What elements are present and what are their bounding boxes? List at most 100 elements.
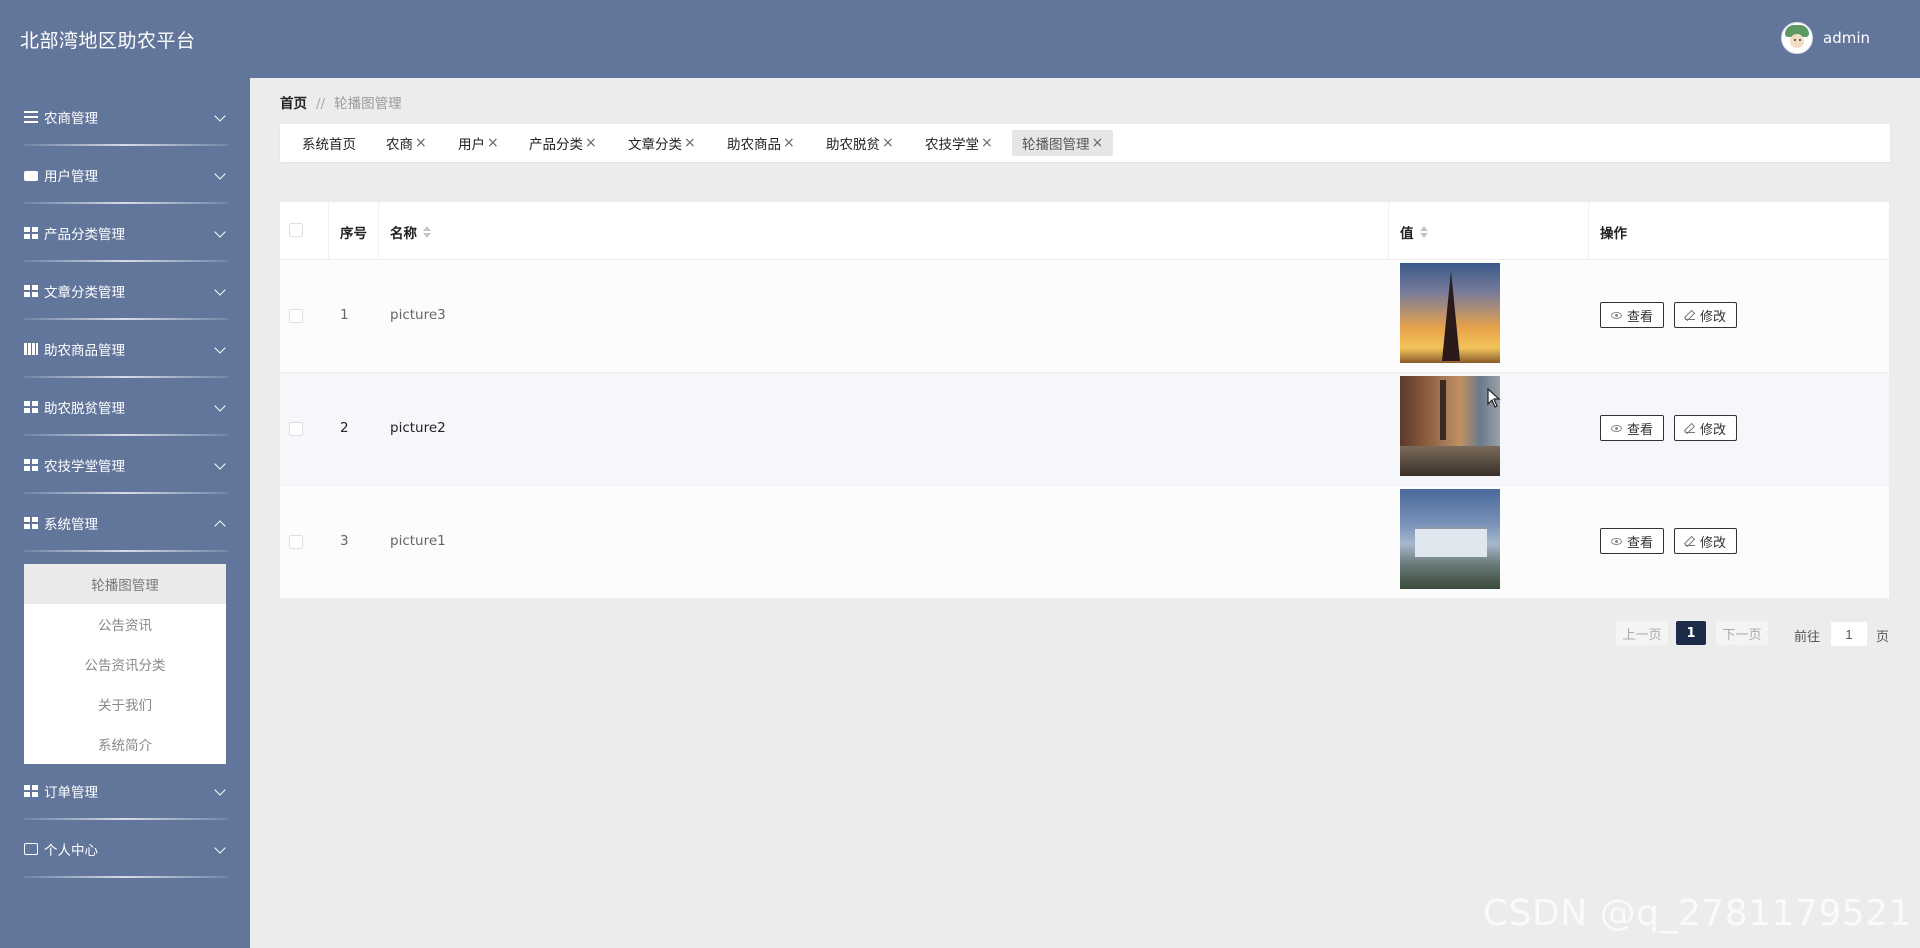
prev-page-button[interactable]: 上一页 — [1616, 621, 1668, 645]
table-header: 序号 名称 值 操作 — [280, 202, 1889, 260]
edit-icon — [1685, 536, 1696, 546]
chevron-down-icon — [214, 284, 226, 296]
carousel-thumbnail[interactable] — [1400, 263, 1500, 363]
sidebar: 农商管理 用户管理 产品分类管理 文章分类管理 助农商品管理 助农脱贫管理 农技… — [0, 78, 250, 948]
row-checkbox[interactable] — [289, 309, 303, 323]
sidebar-item-label: 产品分类管理 — [44, 227, 125, 243]
close-icon[interactable]: × — [415, 135, 427, 151]
row-index: 3 — [340, 533, 349, 549]
col-index: 序号 — [340, 226, 367, 242]
sort-icon[interactable] — [423, 226, 431, 238]
tab-product-category[interactable]: 产品分类 × — [519, 130, 607, 156]
submenu-item-about[interactable]: 关于我们 — [24, 684, 226, 724]
sidebar-item-label: 用户管理 — [44, 169, 98, 185]
sidebar-item-article-category[interactable]: 文章分类管理 — [24, 262, 228, 320]
submenu-item-notice-category[interactable]: 公告资讯分类 — [24, 644, 226, 684]
close-icon[interactable]: × — [1092, 135, 1104, 151]
col-actions: 操作 — [1600, 226, 1627, 242]
goto-page-input[interactable] — [1831, 622, 1867, 646]
sidebar-item-label: 文章分类管理 — [44, 285, 125, 301]
col-value[interactable]: 值 — [1400, 222, 1428, 242]
submenu-item-carousel[interactable]: 轮播图管理 — [24, 564, 226, 604]
tab-poverty-relief[interactable]: 助农脱贫 × — [816, 130, 904, 156]
mouse-cursor-icon — [1487, 387, 1501, 412]
tab-system-home[interactable]: 系统首页 — [292, 130, 366, 156]
avatar[interactable] — [1781, 22, 1813, 54]
next-page-button[interactable]: 下一页 — [1716, 621, 1768, 645]
chevron-down-icon — [214, 400, 226, 412]
tab-users[interactable]: 用户 × — [448, 130, 509, 156]
grid-icon — [24, 227, 38, 239]
row-checkbox[interactable] — [289, 535, 303, 549]
edit-button[interactable]: 修改 — [1674, 302, 1738, 328]
row-index: 2 — [340, 420, 349, 436]
goto-suffix: 页 — [1876, 630, 1890, 645]
list-icon — [24, 111, 38, 123]
sidebar-item-system[interactable]: 系统管理 — [24, 494, 228, 552]
submenu-item-intro[interactable]: 系统简介 — [24, 724, 226, 764]
sidebar-item-users[interactable]: 用户管理 — [24, 146, 228, 204]
tab-article-category[interactable]: 文章分类 × — [618, 130, 706, 156]
sidebar-item-label: 农商管理 — [44, 111, 98, 127]
goto-label: 前往 — [1794, 630, 1821, 645]
close-icon[interactable]: × — [684, 135, 696, 151]
sort-icon[interactable] — [1419, 226, 1428, 238]
close-icon[interactable]: × — [981, 135, 993, 151]
edit-button[interactable]: 修改 — [1674, 415, 1738, 441]
tab-carousel[interactable]: 轮播图管理 × — [1012, 130, 1114, 156]
edit-button[interactable]: 修改 — [1674, 528, 1738, 554]
carousel-table: 序号 名称 值 操作 1 picture3 查看 修改 2 picture2 查… — [280, 202, 1889, 599]
tab-farm-merchant[interactable]: 农商 × — [376, 130, 437, 156]
chevron-down-icon — [214, 226, 226, 238]
row-name: picture1 — [390, 533, 446, 549]
close-icon[interactable]: × — [882, 135, 894, 151]
username[interactable]: admin — [1823, 29, 1870, 47]
chevron-down-icon — [214, 110, 226, 122]
sidebar-item-label: 系统管理 — [44, 517, 98, 533]
table-row: 2 picture2 查看 修改 — [280, 373, 1889, 486]
breadcrumb: 首页 // 轮播图管理 — [280, 92, 402, 112]
close-icon[interactable]: × — [585, 135, 597, 151]
row-name: picture2 — [390, 420, 446, 436]
sidebar-item-label: 助农脱贫管理 — [44, 401, 125, 417]
view-button[interactable]: 查看 — [1600, 528, 1665, 554]
book-icon — [24, 343, 38, 355]
sidebar-item-profile[interactable]: 个人中心 — [24, 820, 228, 878]
sidebar-item-products[interactable]: 助农商品管理 — [24, 320, 228, 378]
row-checkbox[interactable] — [289, 422, 303, 436]
top-header: 北部湾地区助农平台 admin — [0, 0, 1920, 78]
close-icon[interactable]: × — [783, 135, 795, 151]
tab-tech-school[interactable]: 农技学堂 × — [915, 130, 1003, 156]
system-submenu: 轮播图管理 公告资讯 公告资讯分类 关于我们 系统简介 — [24, 564, 226, 764]
breadcrumb-current: 轮播图管理 — [334, 96, 402, 112]
table-row: 1 picture3 查看 修改 — [280, 260, 1889, 373]
briefcase-icon — [24, 171, 38, 181]
view-button[interactable]: 查看 — [1600, 302, 1665, 328]
breadcrumb-separator: // — [316, 96, 326, 112]
grid-icon — [24, 517, 38, 529]
breadcrumb-home[interactable]: 首页 — [280, 96, 307, 112]
table-row: 3 picture1 查看 修改 — [280, 486, 1889, 599]
grid-icon — [24, 785, 38, 797]
view-button[interactable]: 查看 — [1600, 415, 1665, 441]
tab-products[interactable]: 助农商品 × — [717, 130, 805, 156]
eye-icon — [1611, 424, 1622, 432]
col-name[interactable]: 名称 — [390, 222, 431, 242]
carousel-thumbnail[interactable] — [1400, 489, 1500, 589]
user-menu[interactable]: admin — [1781, 22, 1870, 54]
close-icon[interactable]: × — [487, 135, 499, 151]
page-number-current[interactable]: 1 — [1676, 621, 1706, 645]
chevron-down-icon — [214, 458, 226, 470]
sidebar-item-tech-school[interactable]: 农技学堂管理 — [24, 436, 228, 494]
sidebar-item-farm-merchant[interactable]: 农商管理 — [24, 88, 228, 146]
select-all-checkbox[interactable] — [289, 223, 303, 237]
grid-icon — [24, 285, 38, 297]
edit-icon — [1685, 423, 1696, 433]
sidebar-item-orders[interactable]: 订单管理 — [24, 762, 228, 820]
card-icon — [24, 843, 38, 855]
sidebar-item-product-category[interactable]: 产品分类管理 — [24, 204, 228, 262]
chevron-up-icon — [214, 520, 226, 532]
carousel-thumbnail[interactable] — [1400, 376, 1500, 476]
sidebar-item-poverty-relief[interactable]: 助农脱贫管理 — [24, 378, 228, 436]
submenu-item-notice[interactable]: 公告资讯 — [24, 604, 226, 644]
